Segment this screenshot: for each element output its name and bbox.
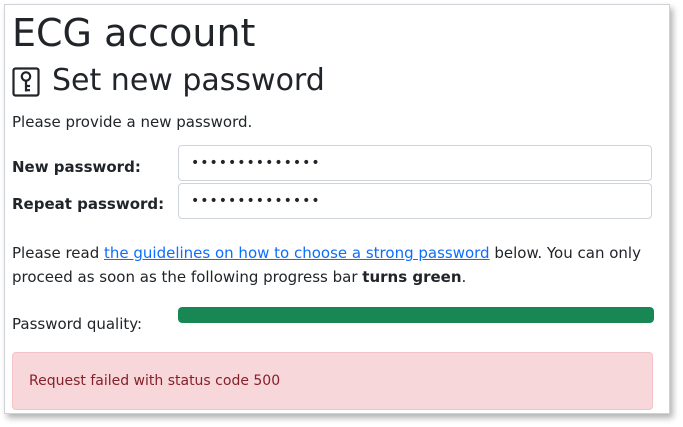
turns-green-emphasis: turns green xyxy=(362,268,462,286)
error-alert: Request failed with status code 500 xyxy=(12,352,653,410)
new-password-label: New password: xyxy=(12,158,141,176)
error-alert-message: Request failed with status code 500 xyxy=(29,373,281,389)
password-quality-bar xyxy=(178,307,654,323)
new-password-field[interactable] xyxy=(178,145,652,181)
guidelines-link[interactable]: the guidelines on how to choose a strong… xyxy=(104,244,490,262)
repeat-password-field[interactable] xyxy=(178,183,652,219)
guidelines-paragraph: Please read the guidelines on how to cho… xyxy=(12,241,659,289)
window-frame: ECG account Set new password Please prov… xyxy=(4,4,670,414)
page-heading: Set new password xyxy=(12,61,325,101)
intro-text: Please provide a new password. xyxy=(12,113,253,131)
password-quality-fill xyxy=(178,307,654,323)
key-icon xyxy=(12,67,40,97)
app-title: ECG account xyxy=(12,11,256,55)
guidelines-text-after: . xyxy=(461,268,467,286)
page-heading-text: Set new password xyxy=(52,63,325,98)
password-quality-label: Password quality: xyxy=(12,315,143,333)
repeat-password-label: Repeat password: xyxy=(12,195,165,213)
guidelines-text-before: Please read xyxy=(12,244,104,262)
